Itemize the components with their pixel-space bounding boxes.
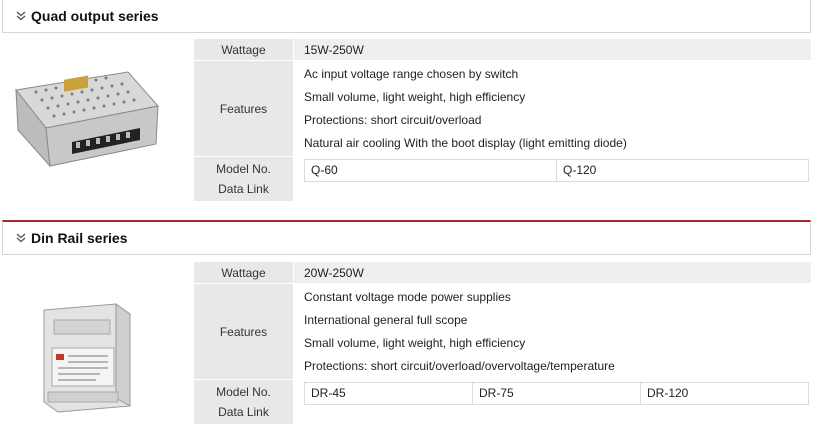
data-link-label: Data Link [218,182,269,196]
feature-item: Natural air cooling With the boot displa… [304,135,627,150]
wattage-row: Wattage 15W-250W [194,39,811,61]
double-chevron-down-icon[interactable] [13,231,29,245]
models-row: Model No. Data Link Q-60 Q-120 [194,157,811,202]
features-row: Features Constant voltage mode power sup… [194,284,811,380]
model-link-dr-120[interactable]: DR-120 [641,383,808,404]
feature-item: Protections: short circuit/overload [304,112,482,127]
quad-output-power-supply-image[interactable] [6,66,164,174]
spec-table: Wattage 15W-250W Features Ac input volta… [194,39,811,202]
wattage-label: Wattage [194,39,294,60]
feature-item: International general full scope [304,312,468,327]
feature-item: Ac input voltage range chosen by switch [304,66,519,81]
section-header[interactable]: Quad output series [2,0,811,33]
wattage-row: Wattage 20W-250W [194,262,811,284]
spec-table: Wattage 20W-250W Features Constant volta… [194,262,811,425]
models-row: Model No. Data Link DR-45 DR-75 DR-120 [194,380,811,425]
model-no-label: Model No. [216,385,271,399]
product-section-quad-output: Quad output series Wattage 15W-250W Feat… [0,0,816,220]
model-link-q-120[interactable]: Q-120 [557,160,808,181]
din-rail-power-supply-image[interactable] [30,294,150,414]
model-link-dr-75[interactable]: DR-75 [473,383,641,404]
features-label: Features [194,61,294,156]
model-link-q-60[interactable]: Q-60 [305,160,557,181]
model-link-dr-45[interactable]: DR-45 [305,383,473,404]
section-title: Din Rail series [31,230,128,246]
feature-item: Constant voltage mode power supplies [304,289,511,304]
double-chevron-down-icon[interactable] [13,9,29,23]
features-row: Features Ac input voltage range chosen b… [194,61,811,157]
wattage-label: Wattage [194,262,294,283]
data-link-label: Data Link [218,405,269,419]
feature-item: Protections: short circuit/overload/over… [304,358,615,373]
section-title: Quad output series [31,8,159,24]
model-no-label: Model No. [216,162,271,176]
feature-item: Small volume, light weight, high efficie… [304,89,526,104]
product-section-din-rail: Din Rail series Wattage 20W-250W Feature… [0,220,816,441]
section-header[interactable]: Din Rail series [2,220,811,255]
feature-item: Small volume, light weight, high efficie… [304,335,526,350]
features-label: Features [194,284,294,379]
wattage-value: 15W-250W [294,39,811,60]
wattage-value: 20W-250W [294,262,811,283]
